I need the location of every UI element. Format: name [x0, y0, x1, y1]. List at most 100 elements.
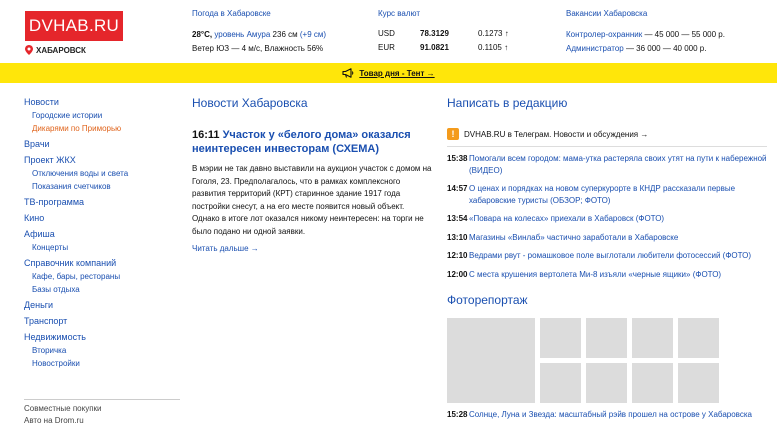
currency-table: USD 78.3129 0.1273 ↑ EUR 91.0821 0.1105 …: [378, 27, 528, 55]
currency-block: Курс валют: [378, 9, 420, 28]
feed-link[interactable]: Помогали всем городом: мама-утка растеря…: [469, 153, 767, 176]
photo-thumb[interactable]: [540, 318, 581, 358]
right-column: Написать в редакцию ! DVHAB.RU в Телегра…: [447, 96, 767, 423]
sidebar-subitem[interactable]: Городские истории: [24, 109, 184, 122]
photo-thumb[interactable]: [586, 318, 627, 358]
headline: 16:11 Участок у «белого дома» оказался н…: [192, 128, 432, 156]
currency-code: EUR: [378, 43, 395, 52]
read-more-link[interactable]: Читать дальше →: [192, 244, 432, 253]
job-link[interactable]: Администратор: [566, 44, 624, 53]
sidebar-item[interactable]: Справочник компаний: [24, 257, 184, 270]
feed-item: 12:00 С места крушения вертолета Ми-8 изъ…: [447, 269, 767, 281]
job-salary: — 45 000 — 55 000 р.: [642, 30, 725, 39]
sidebar-item[interactable]: Недвижимость: [24, 331, 184, 344]
photo-thumb[interactable]: [678, 363, 719, 403]
feed-time: 13:10: [447, 232, 468, 242]
currency-row: USD 78.3129 0.1273 ↑: [378, 27, 528, 41]
feed-link[interactable]: Магазины «Винлаб» частично заработали в …: [469, 232, 767, 244]
feed-link[interactable]: Ведрами рвут - ромашковое поле выглотали…: [469, 250, 767, 262]
currency-row: EUR 91.0821 0.1105 ↑: [378, 41, 528, 55]
photo-thumb[interactable]: [540, 363, 581, 403]
sidebar-subitem[interactable]: Кафе, бары, рестораны: [24, 270, 184, 283]
weather-line: 28°C, уровень Амура 236 см (+9 см): [192, 28, 326, 42]
feed-time: 13:54: [447, 214, 468, 223]
feed-link[interactable]: Солнце, Луна и Звезда: масштабный рэйв п…: [469, 409, 752, 420]
news-feed: 15:38 Помогали всем городом: мама-утка ра…: [447, 153, 767, 280]
currency-value: 91.0821: [420, 43, 449, 52]
headline-link[interactable]: Участок у «белого дома» оказался неинтер…: [192, 129, 411, 155]
feed-item: 15:38 Помогали всем городом: мама-утка ра…: [447, 153, 767, 176]
megaphone-icon: [342, 68, 354, 78]
sidebar-item[interactable]: Новости: [24, 96, 184, 109]
photo-thumb[interactable]: [586, 363, 627, 403]
currency-code: USD: [378, 29, 395, 38]
currency-title[interactable]: Курс валют: [378, 9, 420, 18]
jobs-block: Вакансии Хабаровска Контролер-охранник —…: [566, 9, 725, 56]
sidebar-item[interactable]: ТВ-программа: [24, 196, 184, 209]
telegram-link[interactable]: DVHAB.RU в Телеграм. Новости и обсуждени…: [464, 130, 648, 139]
photo-thumb[interactable]: [632, 363, 673, 403]
feed-time: 15:28: [447, 410, 468, 419]
feed-time: 12:00: [447, 269, 468, 279]
feed-link[interactable]: «Повара на колесах» приехали в Хабаровск…: [469, 213, 767, 225]
banner-text[interactable]: Товар дня - Тент →: [359, 69, 434, 78]
sidebar-divider: [24, 399, 180, 400]
job-link[interactable]: Контролер-охранник: [566, 30, 642, 39]
sidebar-item[interactable]: Транспорт: [24, 315, 184, 328]
currency-value: 78.3129: [420, 29, 449, 38]
sidebar-nav: Новости Городские истории Дикарями по Прим…: [24, 96, 184, 370]
sidebar-extra-item[interactable]: Авто на Drom.ru: [24, 415, 102, 423]
weather-title[interactable]: Погода в Хабаровске: [192, 9, 326, 18]
photo-thumb[interactable]: [632, 318, 673, 358]
location-pin-icon: [25, 45, 33, 55]
site-header: DVHAB.RU ХАБАРОВСК Погода в Хабаровске 2…: [0, 0, 777, 62]
weather-block: Погода в Хабаровске 28°C, уровень Амура …: [192, 9, 326, 56]
temperature: 28°C,: [192, 30, 213, 39]
sidebar-item[interactable]: Афиша: [24, 228, 184, 241]
sidebar-subitem[interactable]: Базы отдыха: [24, 283, 184, 296]
feed-item: 12:10 Ведрами рвут - ромашковое поле выгл…: [447, 250, 767, 262]
sidebar-subitem[interactable]: Вторичка: [24, 344, 184, 357]
currency-change: 0.1105 ↑: [478, 43, 509, 52]
sidebar-item[interactable]: Проект ЖКХ: [24, 154, 184, 167]
sidebar-item[interactable]: Врачи: [24, 138, 184, 151]
headline-time: 16:11: [192, 129, 220, 141]
sidebar-subitem[interactable]: Показания счетчиков: [24, 180, 184, 193]
sidebar-extra: Совместные покупки Авто на Drom.ru: [24, 403, 102, 423]
sidebar-item[interactable]: Деньги: [24, 299, 184, 312]
product-of-day-banner[interactable]: Товар дня - Тент →: [0, 63, 777, 83]
headline-body: В мэрии не так давно выставили на аукцио…: [192, 164, 432, 236]
main-news: Новости Хабаровска 16:11 Участок у «бело…: [192, 96, 432, 253]
news-section-title[interactable]: Новости Хабаровска: [192, 96, 432, 110]
river-level-link[interactable]: уровень Амура: [214, 30, 270, 39]
feed-divider: [447, 146, 767, 147]
photo-grid: [447, 318, 727, 403]
photo-thumb[interactable]: [447, 318, 535, 403]
river-level-change: (+9 см): [299, 30, 327, 39]
city-name: ХАБАРОВСК: [36, 45, 86, 55]
sidebar-extra-item[interactable]: Совместные покупки: [24, 403, 102, 415]
job-item: Администратор — 36 000 — 40 000 р.: [566, 42, 725, 56]
telegram-row[interactable]: ! DVHAB.RU в Телеграм. Новости и обсужде…: [447, 126, 767, 142]
currency-change: 0.1273 ↑: [478, 29, 509, 38]
sidebar-subitem[interactable]: Дикарями по Приморью: [24, 122, 184, 135]
river-level-value: 236 см: [272, 30, 298, 39]
write-editor-title[interactable]: Написать в редакцию: [447, 96, 767, 110]
feed-time: 14:57: [447, 184, 468, 193]
alert-icon: !: [447, 128, 459, 140]
site-logo[interactable]: DVHAB.RU: [25, 11, 123, 41]
feed-item: 13:10 Магазины «Винлаб» частично заработа…: [447, 232, 767, 244]
sidebar-item[interactable]: Кино: [24, 212, 184, 225]
feed-time: 15:38: [447, 154, 468, 163]
feed-item: 15:28 Солнце, Луна и Звезда: масштабный …: [447, 409, 767, 420]
feed-link[interactable]: С места крушения вертолета Ми-8 изъяли «…: [469, 269, 767, 281]
city-selector[interactable]: ХАБАРОВСК: [25, 45, 86, 55]
feed-link[interactable]: О ценах и порядках на новом суперкурорте…: [469, 183, 767, 206]
photo-thumb[interactable]: [678, 318, 719, 358]
photo-report-title[interactable]: Фоторепортаж: [447, 293, 528, 307]
jobs-title[interactable]: Вакансии Хабаровска: [566, 9, 725, 18]
sidebar-subitem[interactable]: Новостройки: [24, 357, 184, 370]
feed-item: 14:57 О ценах и порядках на новом суперку…: [447, 183, 767, 206]
sidebar-subitem[interactable]: Концерты: [24, 241, 184, 254]
sidebar-subitem[interactable]: Отключения воды и света: [24, 167, 184, 180]
